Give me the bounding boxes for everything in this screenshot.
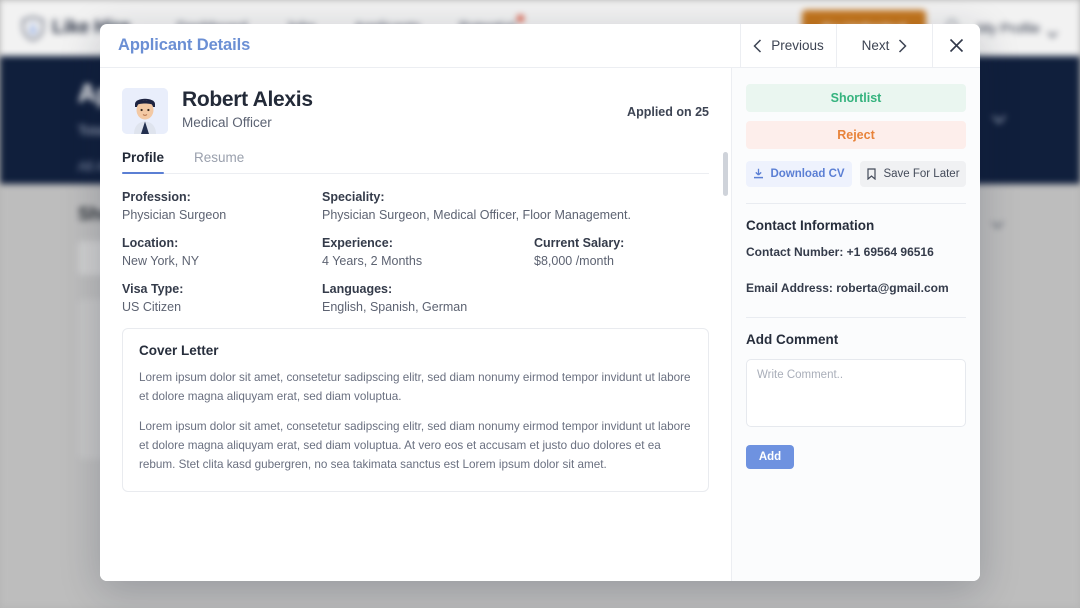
main-pane: Robert Alexis Medical Officer Applied on… xyxy=(100,68,732,581)
field-salary: Current Salary: $8,000 /month xyxy=(534,236,709,268)
email-address: Email Address: roberta@gmail.com xyxy=(746,281,966,295)
sidebar-pane: Shortlist Reject Download CV Save For La… xyxy=(732,68,980,581)
comment-input[interactable] xyxy=(746,359,966,427)
field-location: Location: New York, NY xyxy=(122,236,322,268)
field-location-label: Location: xyxy=(122,236,322,250)
sidebar-divider xyxy=(746,317,966,318)
chevron-right-icon xyxy=(898,39,907,53)
shortlist-button[interactable]: Shortlist xyxy=(746,84,966,112)
field-languages-label: Languages: xyxy=(322,282,709,296)
field-languages-value: English, Spanish, German xyxy=(322,300,709,314)
next-button[interactable]: Next xyxy=(836,24,932,67)
close-icon xyxy=(949,38,964,53)
download-cv-button[interactable]: Download CV xyxy=(746,161,852,187)
tab-profile[interactable]: Profile xyxy=(122,150,164,173)
add-comment-heading: Add Comment xyxy=(746,332,966,347)
modal-title: Applicant Details xyxy=(100,24,740,67)
field-speciality-label: Speciality: xyxy=(322,190,709,204)
download-icon xyxy=(753,168,764,180)
save-for-later-label: Save For Later xyxy=(883,168,959,180)
tab-resume[interactable]: Resume xyxy=(194,150,244,173)
field-profession-label: Profession: xyxy=(122,190,322,204)
field-row: Location: New York, NY Experience: 4 Yea… xyxy=(122,236,709,268)
main-scroll-area: Robert Alexis Medical Officer Applied on… xyxy=(100,68,731,581)
secondary-actions: Download CV Save For Later xyxy=(746,161,966,187)
save-for-later-button[interactable]: Save For Later xyxy=(860,161,966,187)
modal-header: Applicant Details Previous Next xyxy=(100,24,980,68)
chevron-left-icon xyxy=(753,39,762,53)
field-visa-value: US Citizen xyxy=(122,300,322,314)
notification-dot-icon xyxy=(517,15,524,22)
applicant-name-block: Robert Alexis Medical Officer xyxy=(182,88,313,130)
next-label: Next xyxy=(862,38,890,53)
bookmark-icon xyxy=(866,168,877,180)
cover-letter-paragraph: Lorem ipsum dolor sit amet, consetetur s… xyxy=(139,418,692,475)
main-scrollbar[interactable] xyxy=(723,68,728,581)
field-speciality-value: Physician Surgeon, Medical Officer, Floo… xyxy=(322,208,709,222)
close-button[interactable] xyxy=(932,24,980,67)
field-row: Profession: Physician Surgeon Speciality… xyxy=(122,190,709,222)
my-profile-label: My Profile xyxy=(978,20,1040,36)
field-profession-value: Physician Surgeon xyxy=(122,208,322,222)
chevron-down-icon xyxy=(1047,25,1058,32)
reject-button[interactable]: Reject xyxy=(746,121,966,149)
field-languages: Languages: English, Spanish, German xyxy=(322,282,709,314)
field-experience-value: 4 Years, 2 Months xyxy=(322,254,534,268)
field-experience-label: Experience: xyxy=(322,236,534,250)
field-row: Visa Type: US Citizen Languages: English… xyxy=(122,282,709,314)
download-cv-label: Download CV xyxy=(770,168,844,180)
add-comment-button[interactable]: Add xyxy=(746,445,794,469)
field-experience: Experience: 4 Years, 2 Months xyxy=(322,236,534,268)
applicant-fields: Profession: Physician Surgeon Speciality… xyxy=(122,190,709,314)
avatar xyxy=(122,88,168,134)
hero-chevron-down-icon[interactable] xyxy=(992,111,1006,120)
field-visa: Visa Type: US Citizen xyxy=(122,282,322,314)
applicant-details-modal: Applicant Details Previous Next xyxy=(100,24,980,581)
my-profile-menu[interactable]: My Profile xyxy=(978,20,1058,36)
field-speciality: Speciality: Physician Surgeon, Medical O… xyxy=(322,190,709,222)
field-location-value: New York, NY xyxy=(122,254,322,268)
previous-button[interactable]: Previous xyxy=(740,24,836,67)
cover-letter-paragraph: Lorem ipsum dolor sit amet, consetetur s… xyxy=(139,369,692,407)
sidebar-divider xyxy=(746,203,966,204)
scrollbar-thumb[interactable] xyxy=(723,152,728,196)
field-salary-label: Current Salary: xyxy=(534,236,709,250)
applicant-role: Medical Officer xyxy=(182,115,313,130)
cover-letter-card: Cover Letter Lorem ipsum dolor sit amet,… xyxy=(122,328,709,492)
field-visa-label: Visa Type: xyxy=(122,282,322,296)
applicant-header: Robert Alexis Medical Officer Applied on… xyxy=(122,88,709,134)
contact-number: Contact Number: +1 69564 96516 xyxy=(746,245,966,259)
body-chevron-down-icon[interactable] xyxy=(991,216,1004,224)
modal-body: Robert Alexis Medical Officer Applied on… xyxy=(100,68,980,581)
profile-tabs: Profile Resume xyxy=(122,150,709,174)
previous-label: Previous xyxy=(771,38,824,53)
cover-letter-title: Cover Letter xyxy=(139,343,692,358)
field-salary-value: $8,000 /month xyxy=(534,254,709,268)
applied-on-date: Applied on 25 xyxy=(627,88,709,119)
field-profession: Profession: Physician Surgeon xyxy=(122,190,322,222)
shield-icon xyxy=(22,16,44,41)
applicant-name: Robert Alexis xyxy=(182,88,313,112)
contact-information-heading: Contact Information xyxy=(746,218,966,233)
